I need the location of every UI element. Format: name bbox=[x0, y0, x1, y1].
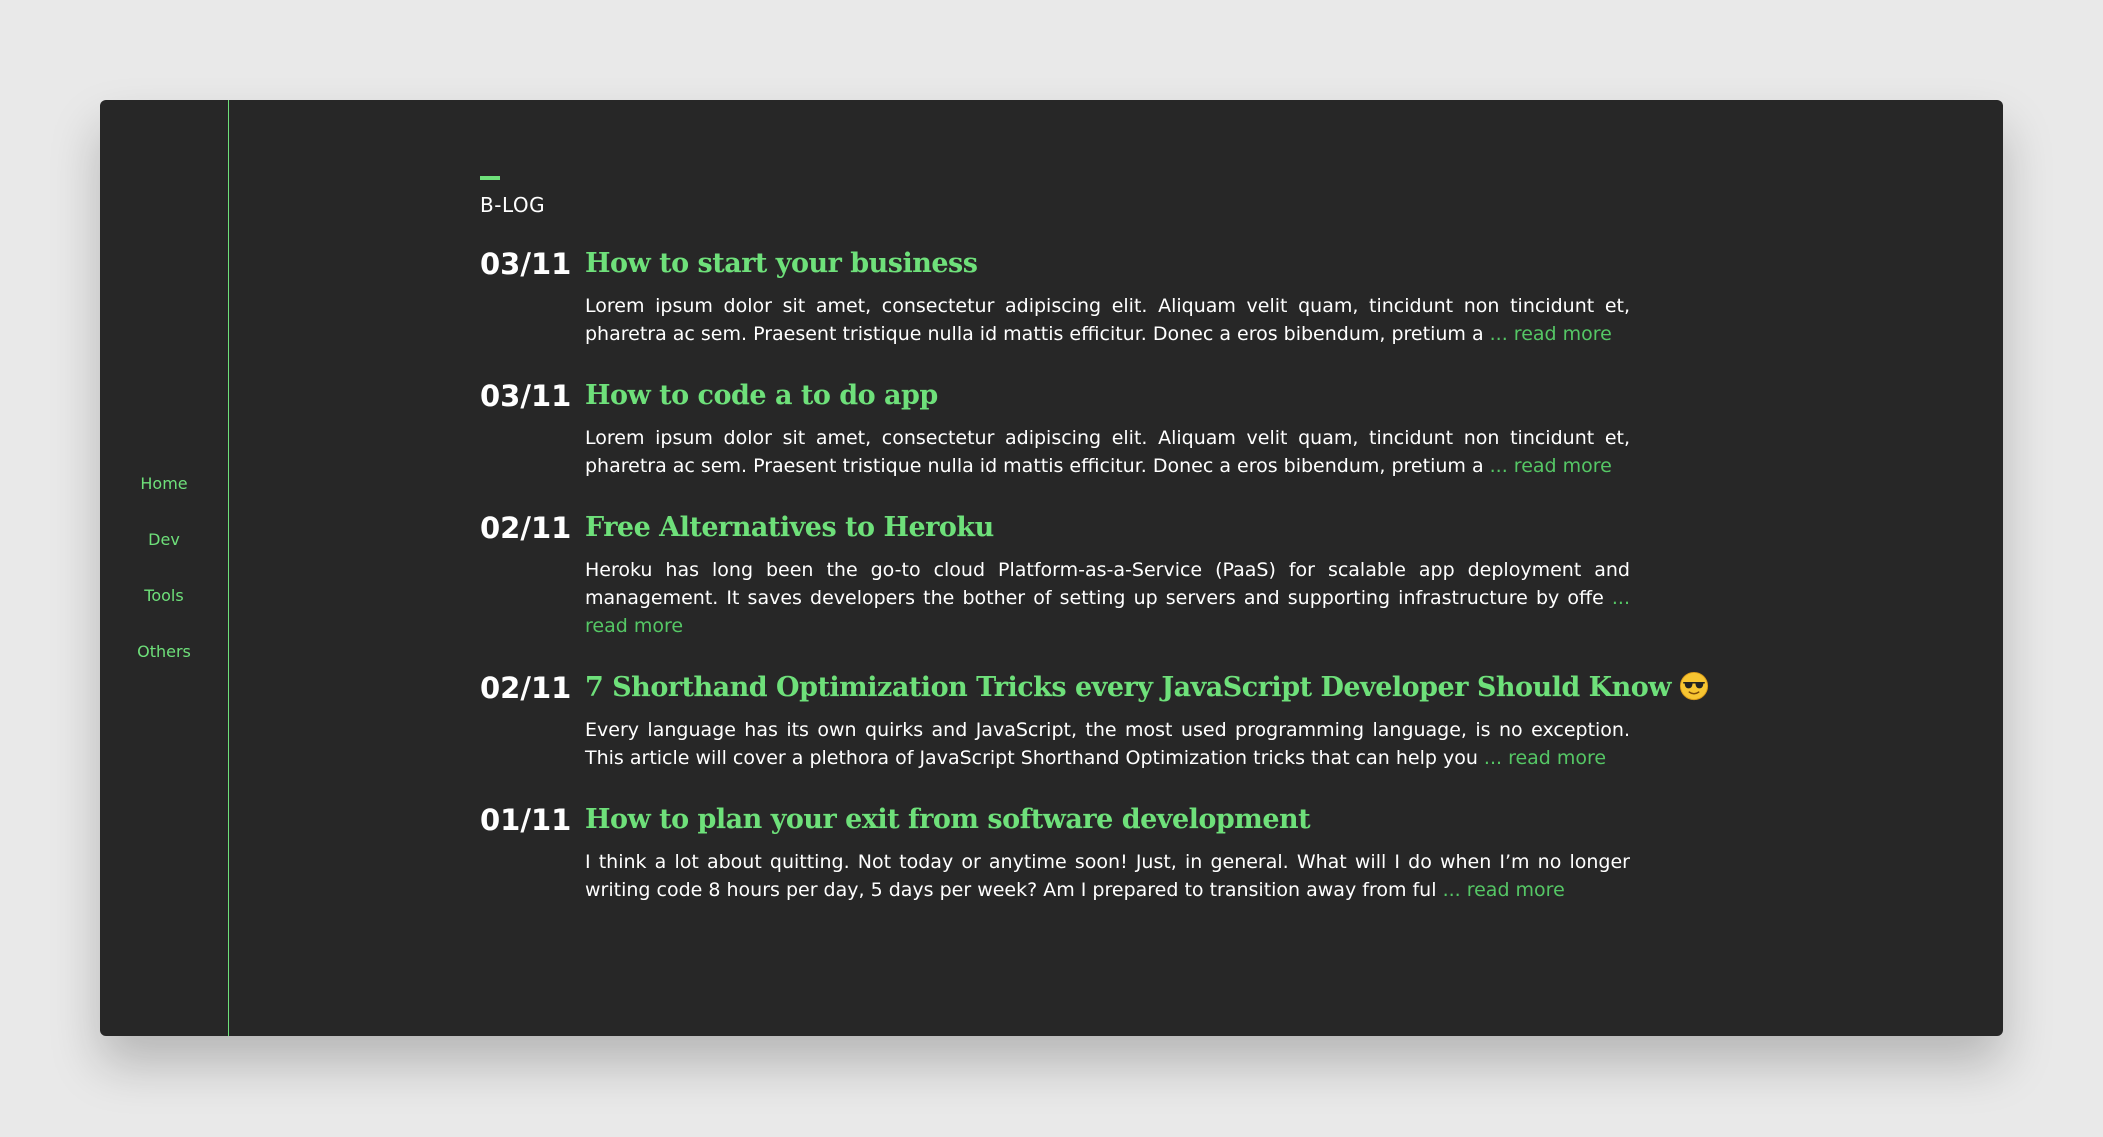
nav-item-others[interactable]: Others bbox=[100, 640, 228, 664]
read-more-link[interactable]: ... read more bbox=[1443, 879, 1565, 901]
post-excerpt-text: Lorem ipsum dolor sit amet, consectetur … bbox=[585, 427, 1630, 477]
read-more-link[interactable]: ... read more bbox=[1490, 455, 1612, 477]
read-more-link[interactable]: ... read more bbox=[1484, 747, 1606, 769]
post-date: 03/11 bbox=[480, 247, 572, 281]
blog-post: 03/11 How to start your business Lorem i… bbox=[480, 244, 1630, 348]
post-body: How to start your business Lorem ipsum d… bbox=[585, 244, 1630, 348]
blog-content: B-LOG 03/11 How to start your business L… bbox=[480, 176, 1709, 904]
post-body: How to code a to do app Lorem ipsum dolo… bbox=[585, 376, 1630, 480]
post-body: 7 Shorthand Optimization Tricks every Ja… bbox=[585, 668, 1709, 772]
post-excerpt: Lorem ipsum dolor sit amet, consectetur … bbox=[585, 424, 1630, 480]
section-title: B-LOG bbox=[480, 193, 546, 217]
post-date: 01/11 bbox=[480, 803, 572, 837]
post-body: How to plan your exit from software deve… bbox=[585, 800, 1630, 904]
post-excerpt: I think a lot about quitting. Not today … bbox=[585, 848, 1630, 904]
post-excerpt: Heroku has long been the go-to cloud Pla… bbox=[585, 556, 1630, 640]
read-more-link[interactable]: ... read more bbox=[1490, 323, 1612, 345]
post-title-link[interactable]: How to plan your exit from software deve… bbox=[585, 800, 1630, 840]
post-excerpt-text: Lorem ipsum dolor sit amet, consectetur … bbox=[585, 295, 1630, 345]
sunglasses-emoji-icon bbox=[1679, 671, 1709, 700]
post-excerpt: Every language has its own quirks and Ja… bbox=[585, 716, 1630, 772]
post-title-link[interactable]: How to code a to do app bbox=[585, 376, 1630, 416]
post-excerpt-text: Heroku has long been the go-to cloud Pla… bbox=[585, 559, 1630, 609]
post-title-link[interactable]: 7 Shorthand Optimization Tricks every Ja… bbox=[585, 668, 1709, 708]
post-title-link[interactable]: How to start your business bbox=[585, 244, 1630, 284]
post-title-text: 7 Shorthand Optimization Tricks every Ja… bbox=[585, 672, 1672, 703]
section-accent-bar bbox=[480, 176, 500, 180]
blog-post: 02/11 7 Shorthand Optimization Tricks ev… bbox=[480, 668, 1709, 772]
nav-item-home[interactable]: Home bbox=[100, 472, 228, 496]
blog-post: 02/11 Free Alternatives to Heroku Heroku… bbox=[480, 508, 1630, 640]
post-title-link[interactable]: Free Alternatives to Heroku bbox=[585, 508, 1630, 548]
post-body: Free Alternatives to Heroku Heroku has l… bbox=[585, 508, 1630, 640]
post-date: 02/11 bbox=[480, 671, 572, 705]
post-excerpt-text: Every language has its own quirks and Ja… bbox=[585, 719, 1630, 769]
blog-post: 03/11 How to code a to do app Lorem ipsu… bbox=[480, 376, 1630, 480]
post-excerpt: Lorem ipsum dolor sit amet, consectetur … bbox=[585, 292, 1630, 348]
post-date: 03/11 bbox=[480, 379, 572, 413]
sidebar: Home Dev Tools Others bbox=[100, 100, 229, 1036]
nav-item-dev[interactable]: Dev bbox=[100, 528, 228, 552]
app-window: Home Dev Tools Others B-LOG 03/11 How to… bbox=[100, 100, 2003, 1036]
sidebar-nav: Home Dev Tools Others bbox=[100, 472, 228, 696]
post-date: 02/11 bbox=[480, 511, 572, 545]
nav-item-tools[interactable]: Tools bbox=[100, 584, 228, 608]
blog-post: 01/11 How to plan your exit from softwar… bbox=[480, 800, 1630, 904]
